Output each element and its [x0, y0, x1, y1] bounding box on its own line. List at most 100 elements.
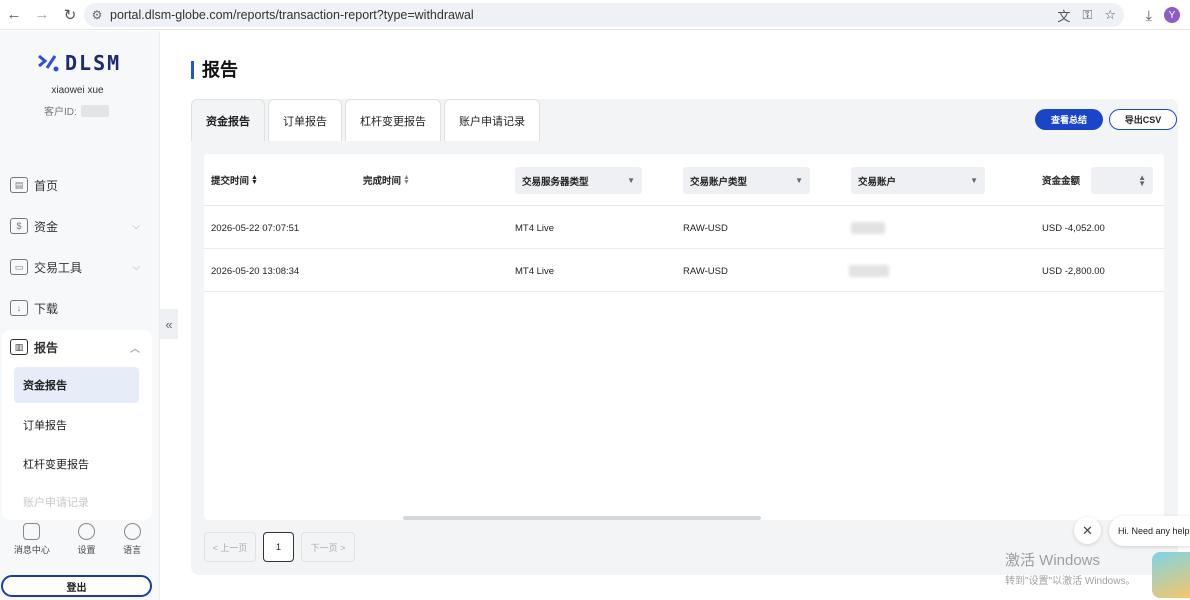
logo[interactable]: DLSM	[37, 51, 121, 75]
address-bar[interactable]: ⚙ portal.dlsm-globe.com/reports/transact…	[84, 3, 1124, 27]
caret-down-icon: ▼	[795, 176, 803, 185]
cell-server-type: MT4 Live	[515, 222, 555, 234]
view-summary-button[interactable]: 查看总结	[1035, 109, 1103, 130]
language-button[interactable]: 语言	[123, 523, 141, 556]
sidebar-sub-leverage-report[interactable]: 杠杆变更报告	[14, 446, 139, 482]
col-label: 完成时间	[363, 176, 402, 187]
col-amount: 资金金额	[1042, 154, 1080, 206]
main-content: 报告 资金报告 订单报告 杠杆变更报告 账户申请记录 查看总结 导出CSV 提交…	[178, 31, 1190, 600]
cell-amount: USD -2,800.00	[1042, 265, 1105, 277]
export-csv-button[interactable]: 导出CSV	[1109, 109, 1177, 130]
monitor-icon: ▭	[10, 259, 28, 275]
watermark-line1: 激活 Windows	[1005, 552, 1101, 569]
cell-account	[851, 207, 885, 249]
amount-sort-select[interactable]: ▲ ▼	[1091, 167, 1153, 194]
client-id: 客户ID:	[44, 103, 109, 118]
watermark-line2: 转到"设置"以激活 Windows。	[1005, 576, 1136, 587]
bookmark-star-icon[interactable]: ☆	[1104, 7, 1116, 23]
collapse-sidebar-icon[interactable]: «	[160, 309, 178, 339]
tab-leverage-report[interactable]: 杠杆变更报告	[345, 99, 441, 141]
caret-down-icon: ▼	[970, 176, 978, 185]
sidebar-bottom-icons: 消息中心 设置 语言	[0, 523, 155, 556]
col-label: 资金金额	[1042, 176, 1081, 187]
sidebar-item-trading-tools[interactable]: ▭ 交易工具 ⌵	[0, 250, 152, 284]
windows-activation-watermark: 激活 Windows 转到"设置"以激活 Windows。	[1005, 549, 1135, 587]
forward-icon[interactable]: →	[28, 1, 56, 29]
cell-submit-time: 2026-05-20 13:08:34	[211, 265, 300, 277]
password-key-icon[interactable]: ⚿	[1082, 7, 1092, 23]
next-page-button[interactable]: 下一页 >	[301, 532, 355, 562]
download-icon[interactable]: ⤓	[1146, 7, 1152, 24]
message-center-button[interactable]: 消息中心	[14, 523, 50, 556]
reload-icon[interactable]: ↻	[56, 1, 84, 29]
redacted-account	[851, 222, 885, 234]
filter-label: 交易账户类型	[690, 176, 748, 188]
cell-account-type: RAW-USD	[683, 222, 728, 234]
site-info-icon[interactable]: ⚙	[84, 8, 110, 22]
browser-toolbar: ← → ↻ ⚙ portal.dlsm-globe.com/reports/tr…	[0, 0, 1190, 30]
sort-icon: ▲ ▼	[1138, 172, 1146, 188]
home-icon: ▤	[10, 177, 28, 193]
prev-page-button[interactable]: < 上一页	[204, 532, 256, 562]
account-type-filter[interactable]: 交易账户类型 ▼	[683, 167, 810, 194]
account-filter[interactable]: 交易账户 ▼	[851, 167, 985, 194]
page-title: 报告	[191, 61, 238, 79]
message-icon	[23, 523, 41, 540]
col-submit-time[interactable]: 提交时间 ▲ ▼	[211, 154, 258, 206]
logout-button[interactable]: 登出	[1, 575, 152, 597]
settings-button[interactable]: 设置	[77, 523, 95, 556]
chevron-down-icon: ⌵	[132, 220, 140, 232]
tab-order-report[interactable]: 订单报告	[268, 99, 342, 141]
sidebar-sub-order-report[interactable]: 订单报告	[14, 407, 139, 443]
sort-icon[interactable]: ▲ ▼	[403, 174, 410, 186]
horizontal-scrollbar[interactable]	[403, 516, 761, 520]
pagination: < 上一页 1 下一页 >	[204, 532, 355, 562]
sidebar-item-label: 下载	[34, 301, 59, 316]
chat-greeting-bubble[interactable]: Hi. Need any help?	[1109, 516, 1190, 546]
server-type-filter[interactable]: 交易服务器类型 ▼	[515, 167, 642, 194]
col-label: 提交时间	[211, 176, 250, 187]
translate-icon[interactable]: 文	[1057, 6, 1070, 25]
sidebar-item-download[interactable]: ↓ 下载	[0, 291, 152, 325]
sidebar-item-label: 首页	[34, 178, 59, 193]
logo-text: DLSM	[65, 51, 122, 75]
logo-mark-icon	[38, 54, 59, 72]
chat-close-icon[interactable]: ✕	[1074, 517, 1101, 544]
sidebar-sub-funds-report[interactable]: 资金报告	[14, 367, 139, 403]
report-icon: ▥	[10, 339, 28, 355]
sidebar-item-funds[interactable]: $ 资金 ⌵	[0, 209, 152, 243]
sidebar-item-label: 交易工具	[34, 260, 83, 275]
filter-label: 交易账户	[858, 176, 897, 188]
client-id-label: 客户ID:	[44, 107, 77, 118]
page-number-button[interactable]: 1	[263, 532, 294, 562]
bottom-label: 设置	[77, 545, 96, 555]
url-text: portal.dlsm-globe.com/reports/transactio…	[110, 8, 474, 22]
table-row[interactable]: 2026-05-20 13:08:34 MT4 Live RAW-USD USD…	[204, 250, 1164, 292]
filter-label: 交易服务器类型	[522, 176, 589, 188]
chevron-up-icon: ︿	[130, 343, 140, 355]
bottom-label: 语言	[123, 545, 142, 555]
transactions-table: 提交时间 ▲ ▼ 完成时间 ▲ ▼ 交易服务器类型 ▼ 交易账户类型 ▼ 交易账户	[204, 154, 1164, 520]
sidebar-sub-account-application[interactable]: 账户申请记录	[14, 486, 139, 518]
back-icon[interactable]: ←	[0, 1, 28, 29]
report-panel: 资金报告 订单报告 杠杆变更报告 账户申请记录 查看总结 导出CSV 提交时间 …	[191, 99, 1178, 575]
report-submenu-group: ▥ 报告 ︿ 资金报告 订单报告 杠杆变更报告 账户申请记录	[2, 330, 152, 520]
table-row[interactable]: 2026-05-22 07:07:51 MT4 Live RAW-USD USD…	[204, 207, 1164, 249]
cell-account-type: RAW-USD	[683, 265, 728, 277]
table-header: 提交时间 ▲ ▼ 完成时间 ▲ ▼ 交易服务器类型 ▼ 交易账户类型 ▼ 交易账户	[204, 154, 1164, 206]
sort-icon[interactable]: ▲ ▼	[251, 174, 258, 186]
cell-server-type: MT4 Live	[515, 265, 555, 277]
report-tabs: 资金报告 订单报告 杠杆变更报告 账户申请记录	[191, 99, 540, 141]
download-icon: ↓	[10, 300, 28, 316]
chat-mascot-icon[interactable]	[1152, 552, 1190, 598]
settings-icon	[77, 523, 95, 540]
wallet-icon: $	[10, 218, 28, 234]
cell-account	[849, 250, 889, 292]
username: xiaowei xue	[51, 85, 104, 96]
col-complete-time[interactable]: 完成时间 ▲ ▼	[363, 154, 410, 206]
tab-funds-report[interactable]: 资金报告	[191, 99, 265, 141]
profile-avatar[interactable]: Y	[1164, 7, 1180, 23]
tab-account-application[interactable]: 账户申请记录	[444, 99, 540, 141]
sidebar-item-home[interactable]: ▤ 首页	[0, 168, 152, 202]
sidebar-item-reports[interactable]: ▥ 报告 ︿	[0, 330, 152, 364]
